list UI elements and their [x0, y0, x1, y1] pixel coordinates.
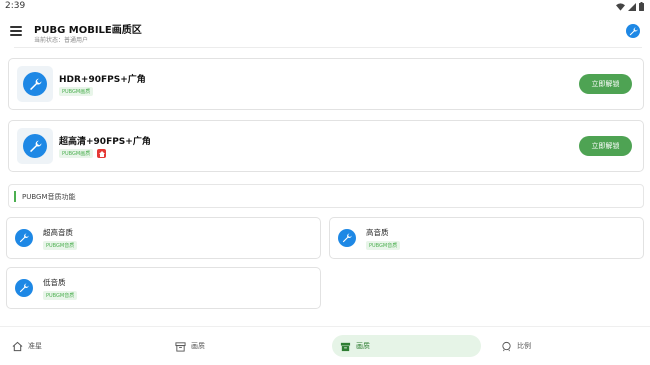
unlock-button[interactable]: 立即解锁	[579, 136, 632, 156]
status-time: 2:39	[5, 1, 26, 11]
box-icon	[340, 342, 351, 351]
app-title: PUBG MOBILE画质区	[34, 25, 142, 36]
nav-item-crosshair[interactable]: 准星	[12, 335, 42, 357]
section-header: PUBGM音质功能	[8, 184, 644, 208]
audio-option-card[interactable]: 超高音质 PUBGM音质	[6, 217, 321, 259]
audio-option-tag: PUBGM音质	[43, 241, 78, 250]
section-title: PUBGM音质功能	[22, 193, 76, 201]
battery-icon	[639, 2, 644, 11]
bottom-nav: 准星 画质 画质 比例	[0, 326, 650, 365]
audio-option-tag: PUBGM音质	[43, 291, 78, 300]
nav-item-quality-active[interactable]: 画质	[332, 335, 481, 357]
feature-title: 超高清+90FPS+广角	[59, 137, 151, 147]
signal-icon	[628, 2, 636, 11]
feature-icon-tile	[17, 128, 53, 164]
feature-title: HDR+90FPS+广角	[59, 75, 146, 85]
nav-item-quality[interactable]: 画质	[175, 335, 205, 357]
feature-icon-tile	[17, 66, 53, 102]
user-status: 当前状态：普通用户	[34, 37, 89, 44]
feature-card[interactable]: HDR+90FPS+广角 PUBGM画质 立即解锁	[8, 58, 644, 110]
nav-item-ratio[interactable]: 比例	[501, 335, 531, 357]
hot-badge-icon	[97, 149, 107, 158]
feature-tags: PUBGM画质	[59, 149, 107, 158]
unlock-button[interactable]: 立即解锁	[579, 74, 632, 94]
ratio-icon	[502, 341, 511, 351]
home-icon	[12, 341, 23, 351]
wrench-icon	[15, 229, 33, 247]
menu-icon[interactable]	[10, 26, 22, 36]
feature-tag: PUBGM画质	[59, 87, 94, 96]
nav-label: 画质	[356, 342, 370, 350]
audio-option-title: 低音质	[43, 278, 66, 287]
box-icon	[175, 341, 186, 352]
nav-label: 比例	[517, 342, 531, 350]
nav-label: 画质	[191, 342, 205, 350]
feature-card[interactable]: 超高清+90FPS+广角 PUBGM画质 立即解锁	[8, 120, 644, 172]
status-bar: 2:39	[0, 0, 650, 14]
feature-tag: PUBGM画质	[59, 149, 94, 158]
audio-option-tag: PUBGM音质	[366, 241, 401, 250]
audio-option-title: 高音质	[366, 228, 389, 237]
wifi-icon	[616, 2, 625, 11]
wrench-icon[interactable]	[626, 24, 640, 38]
audio-option-card[interactable]: 高音质 PUBGM音质	[329, 217, 644, 259]
feature-tags: PUBGM画质	[59, 87, 94, 96]
section-accent-bar	[14, 191, 16, 202]
audio-option-title: 超高音质	[43, 228, 73, 237]
wrench-icon	[23, 134, 47, 158]
header-divider	[14, 47, 642, 48]
wrench-icon	[23, 72, 47, 96]
wrench-icon	[338, 229, 356, 247]
status-icons	[616, 2, 644, 11]
audio-option-card[interactable]: 低音质 PUBGM音质	[6, 267, 321, 309]
wrench-icon	[15, 279, 33, 297]
nav-label: 准星	[28, 342, 42, 350]
app-bar: PUBG MOBILE画质区 当前状态：普通用户	[0, 14, 650, 48]
